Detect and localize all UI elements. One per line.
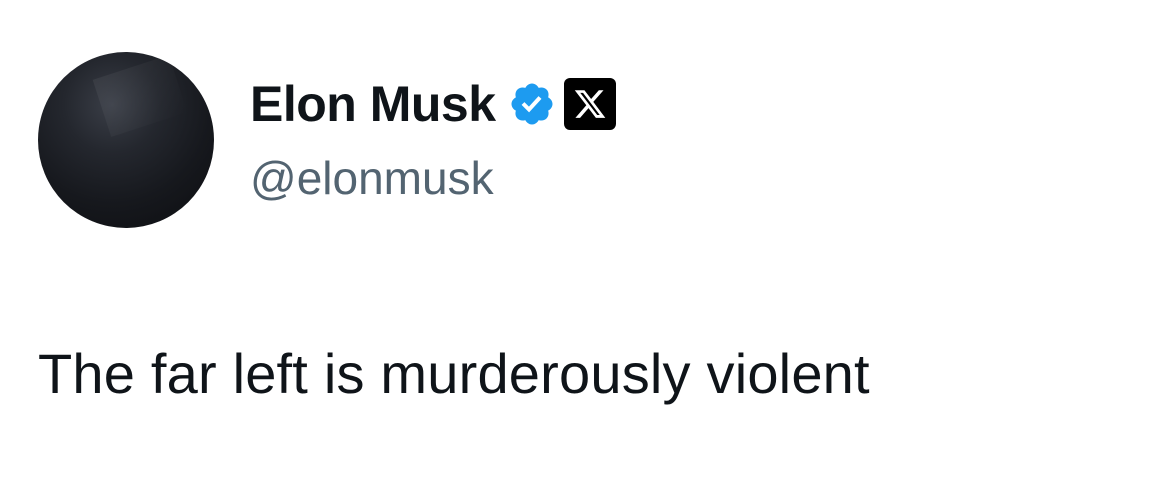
tweet-card: Elon Musk @elonmusk The far left is murd… <box>0 0 1152 495</box>
verified-badge-icon[interactable] <box>508 80 556 128</box>
tweet-text: The far left is murderously violent <box>38 342 870 405</box>
author-name-row: Elon Musk <box>250 72 616 136</box>
author-avatar[interactable] <box>38 52 214 228</box>
avatar-sheen <box>92 55 188 137</box>
author-display-name[interactable]: Elon Musk <box>250 72 496 136</box>
x-logo-icon[interactable] <box>563 78 616 130</box>
author-handle[interactable]: @elonmusk <box>250 148 494 208</box>
